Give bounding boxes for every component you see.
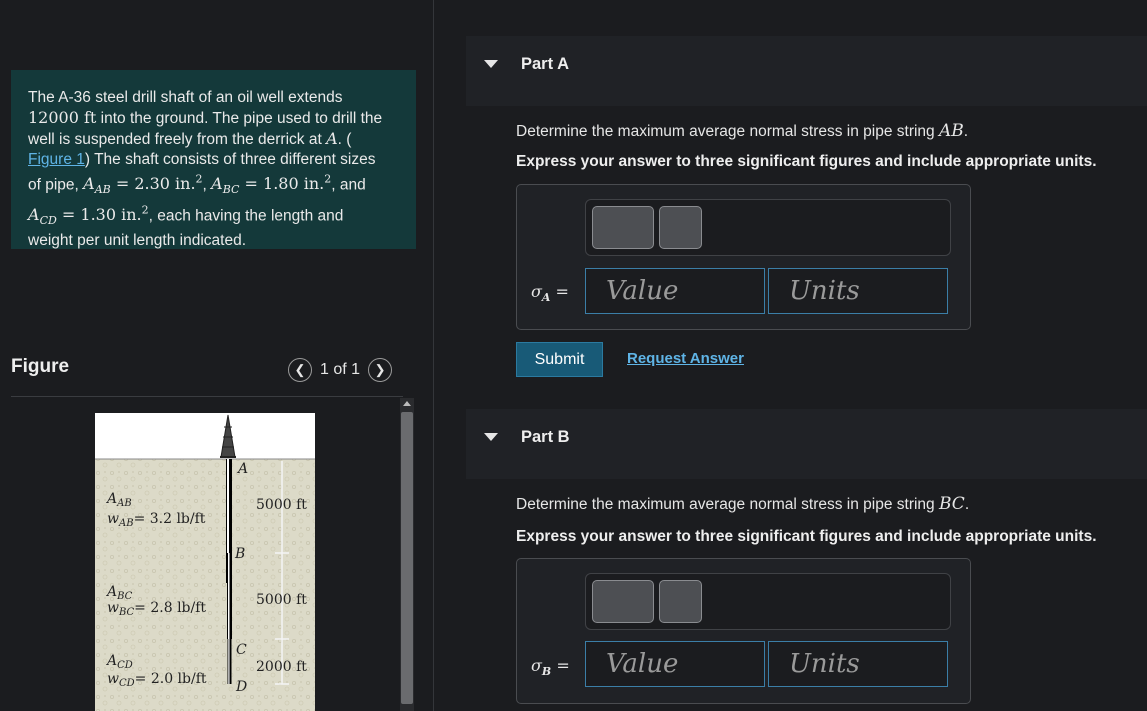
part-a-header[interactable]: Part A	[466, 36, 1147, 106]
part-a-title: Part A	[521, 55, 569, 73]
label-d: D	[235, 679, 247, 695]
sigma-b-label: σB =	[531, 656, 570, 679]
part-a-units-input[interactable]: Units	[768, 268, 948, 314]
label-a: A	[236, 461, 248, 477]
length-ab: 5000 ft	[256, 497, 307, 513]
problem-line-4: Figure 1) The shaft consists of three di…	[28, 151, 376, 168]
label-b: B	[234, 546, 245, 562]
caret-down-icon	[484, 60, 498, 68]
request-answer-link[interactable]: Request Answer	[627, 350, 744, 367]
part-b-units-input[interactable]: Units	[768, 641, 948, 687]
chevron-left-icon: ❮	[294, 362, 306, 377]
part-b-question: Determine the maximum average normal str…	[516, 494, 970, 514]
part-a-instruction: Express your answer to three significant…	[516, 153, 1097, 170]
problem-line-1: The A-36 steel drill shaft of an oil wel…	[28, 89, 343, 106]
templates-button[interactable]	[592, 580, 654, 623]
chevron-right-icon: ❯	[374, 362, 386, 377]
drill-shaft-diagram: A B C D 5000 ft 5000 ft 2000 ft AAB wAB=…	[95, 414, 315, 711]
sigma-a-label: σA =	[531, 282, 569, 305]
problem-line-5: of pipe, AAB = 2.30 in.2, ABC = 1.80 in.…	[28, 173, 366, 197]
part-b-answer-card: σB = Value Units	[516, 558, 971, 704]
scroll-up-arrow-icon[interactable]	[403, 401, 411, 406]
part-b-instruction: Express your answer to three significant…	[516, 528, 1097, 545]
problem-line-7: weight per unit length indicated.	[28, 232, 247, 250]
left-pane: The A-36 steel drill shaft of an oil wel…	[0, 0, 433, 711]
part-b-header[interactable]: Part B	[466, 409, 1147, 479]
prev-figure-button[interactable]: ❮	[288, 358, 312, 382]
next-figure-button[interactable]: ❯	[368, 358, 393, 382]
figure-divider	[11, 396, 403, 397]
length-cd: 2000 ft	[256, 659, 307, 675]
submit-button[interactable]: Submit	[516, 342, 603, 377]
figure-scrollbar[interactable]	[400, 398, 414, 711]
part-a-value-input[interactable]: Value	[585, 268, 765, 314]
scroll-thumb[interactable]	[401, 412, 413, 704]
length-bc: 5000 ft	[256, 592, 307, 608]
pager-text: 1 of 1	[320, 361, 361, 378]
caret-down-icon	[484, 433, 498, 441]
part-a-toolbar	[585, 199, 951, 256]
templates-button[interactable]	[592, 206, 654, 249]
problem-line-3: well is suspended freely from the derric…	[28, 129, 352, 148]
part-b-toolbar	[585, 573, 951, 630]
drill-shaft-figure: A B C D 5000 ft 5000 ft 2000 ft AAB wAB=…	[95, 413, 315, 711]
part-a-answer-card: σA = Value Units	[516, 184, 971, 330]
figure-link[interactable]: Figure 1	[28, 151, 85, 168]
figure-pager: ❮ 1 of 1 ❯	[288, 357, 393, 383]
symbols-button[interactable]	[659, 580, 702, 623]
problem-line-2: 12000 ft into the ground. The pipe used …	[28, 108, 383, 127]
part-b-title: Part B	[521, 428, 570, 446]
part-a-question: Determine the maximum average normal str…	[516, 121, 969, 141]
symbols-button[interactable]	[659, 206, 702, 249]
part-b-value-input[interactable]: Value	[585, 641, 765, 687]
label-c: C	[236, 642, 247, 658]
problem-line-6: ACD = 1.30 in.2, each having the length …	[28, 203, 344, 228]
problem-statement: The A-36 steel drill shaft of an oil wel…	[11, 70, 416, 249]
derrick-icon	[220, 414, 236, 458]
figure-title: Figure	[11, 356, 70, 377]
